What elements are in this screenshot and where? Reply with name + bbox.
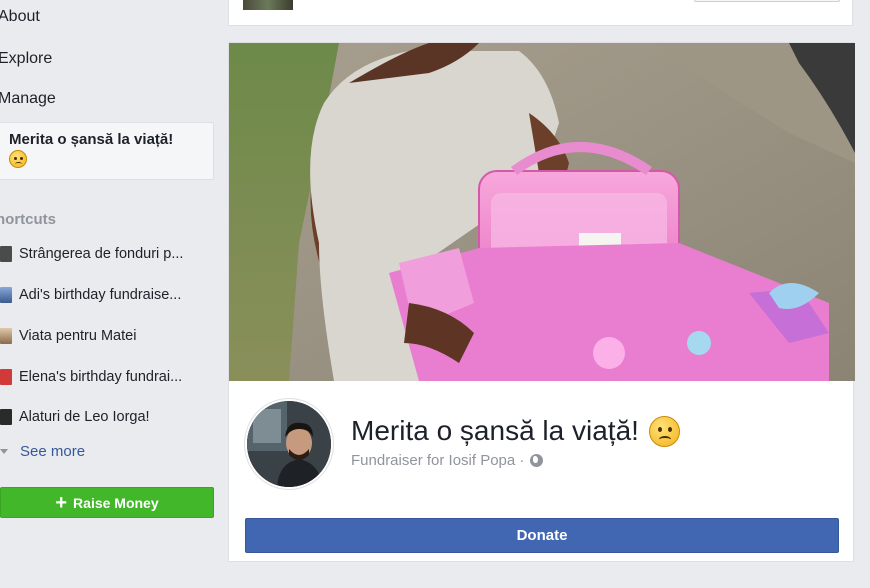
shortcut-label: Elena's birthday fundrai... [19, 369, 183, 385]
shortcut-label: Adi's birthday fundraise... [19, 287, 182, 303]
raise-money-label: Raise Money [73, 494, 159, 511]
fundraiser-subtitle: Fundraiser for Iosif Popa · [351, 452, 544, 469]
fundraiser-thumb-icon [0, 287, 12, 303]
card-button[interactable] [694, 0, 840, 2]
fundraiser-thumb-icon [0, 246, 12, 262]
fundraiser-subtitle-text: Fundraiser for Iosif Popa · [351, 452, 525, 469]
previous-card [228, 0, 853, 26]
fundraiser-thumb-icon [0, 328, 12, 344]
nav-about[interactable]: About [0, 8, 40, 26]
donate-button[interactable]: Donate [245, 518, 839, 553]
organizer-avatar[interactable] [245, 399, 333, 489]
fundraiser-title-text: Merita o șansă la viață! [351, 415, 639, 446]
avatar-image [247, 401, 331, 487]
nav-manage[interactable]: Manage [0, 90, 56, 108]
plus-icon: + [55, 491, 68, 514]
fundraiser-thumb-icon [0, 409, 12, 425]
left-sidebar: About Explore Manage Merita o șansă la v… [0, 0, 220, 588]
chevron-down-icon [0, 449, 8, 454]
fundraiser-thumb-icon [0, 369, 12, 385]
shortcut-item[interactable]: Viata pentru Matei [0, 325, 215, 347]
active-fundraiser-label: Merita o șansă la viață! [9, 131, 174, 148]
cover-photo[interactable] [229, 43, 855, 381]
see-more-label: See more [20, 443, 86, 460]
nav-explore[interactable]: Explore [0, 50, 52, 68]
globe-icon[interactable] [530, 454, 544, 467]
shortcut-item[interactable]: Alaturi de Leo Iorga! [0, 406, 215, 428]
active-fundraiser-item[interactable]: Merita o șansă la viață! [0, 122, 214, 180]
shortcut-label: Alaturi de Leo Iorga! [19, 409, 150, 425]
shortcut-item[interactable]: Strângerea de fonduri p... [0, 243, 215, 265]
thumbnail-image [243, 0, 293, 10]
see-more-link[interactable]: See more [0, 443, 85, 460]
raise-money-button[interactable]: + Raise Money [0, 487, 214, 518]
worried-face-icon [9, 150, 27, 168]
shortcut-label: Strângerea de fonduri p... [19, 246, 184, 262]
fundraiser-card: Merita o șansă la viață! Fundraiser for … [228, 42, 855, 562]
shortcut-item[interactable]: Elena's birthday fundrai... [0, 366, 215, 388]
worried-face-icon [648, 415, 680, 447]
shortcut-label: Viata pentru Matei [19, 328, 137, 344]
shortcut-item[interactable]: Adi's birthday fundraise... [0, 284, 215, 306]
cover-photo-image [229, 43, 855, 381]
fundraiser-title: Merita o șansă la viață! [351, 415, 680, 447]
shortcuts-heading: hortcuts [0, 211, 56, 228]
